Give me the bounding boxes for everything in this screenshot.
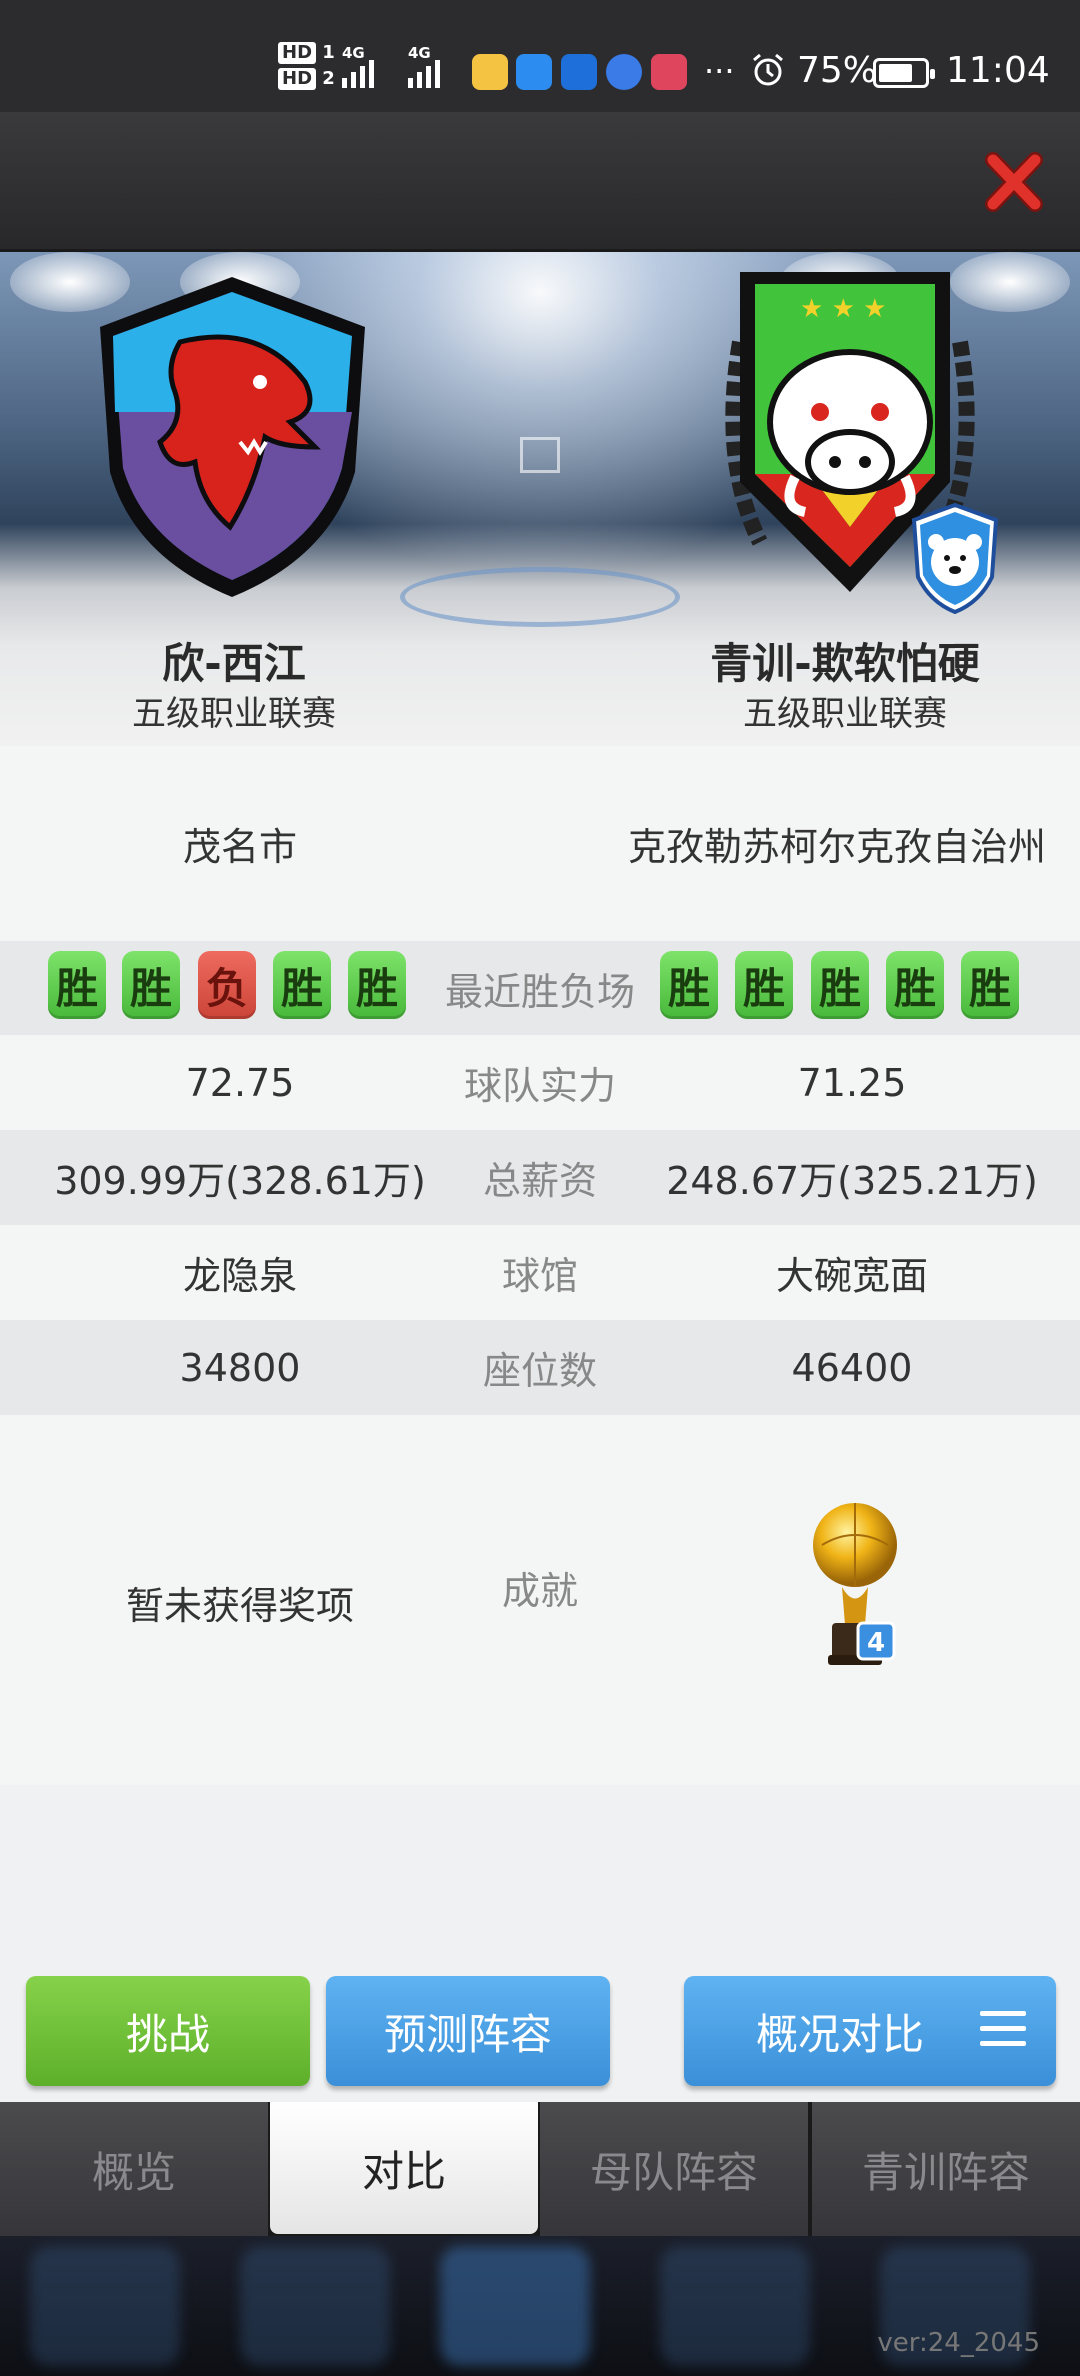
status-bar: HD 1 HD 2 4G 4G ··· 75% 11:04 bbox=[0, 0, 1080, 112]
more-notifications-icon: ··· bbox=[704, 52, 735, 90]
row-arena: 龙隐泉 球馆 大碗宽面 bbox=[0, 1225, 1080, 1320]
nav-icon bbox=[440, 2246, 590, 2366]
result-badge: 胜 bbox=[735, 951, 793, 1019]
youth-bear-badge-icon bbox=[910, 502, 1000, 615]
team-name-right: 青训-欺软怕硬 bbox=[710, 639, 980, 688]
challenge-button[interactable]: 挑战 bbox=[26, 1976, 310, 2086]
team-league-left: 五级职业联赛 bbox=[132, 694, 336, 734]
team-banner: ★ ★ ★ 欣-西江 五级职业联赛 青训-欺软怕硬 五级职业联赛 bbox=[0, 252, 1080, 746]
menu-icon bbox=[980, 2011, 1026, 2056]
nav-icon bbox=[660, 2246, 810, 2366]
result-badge: 胜 bbox=[348, 951, 406, 1019]
city-left: 茂名市 bbox=[182, 825, 297, 869]
weather-icon bbox=[516, 54, 552, 90]
tab-compare[interactable]: 对比 bbox=[270, 2102, 538, 2234]
overview-compare-label: 概况对比 bbox=[755, 2009, 924, 2059]
achievements-left: 暂未获得奖项 bbox=[125, 1584, 354, 1628]
trophy-count: 4 bbox=[867, 1628, 885, 1658]
battery-icon bbox=[873, 58, 935, 88]
city-right: 克孜勒苏柯尔克孜自治州 bbox=[627, 825, 1046, 869]
court-circle bbox=[400, 567, 680, 627]
weibo-icon bbox=[472, 54, 508, 90]
browser-icon bbox=[606, 54, 642, 90]
basketball-hoop bbox=[520, 437, 560, 473]
salary-right: 248.67万(325.21万) bbox=[666, 1159, 1038, 1203]
result-badge: 胜 bbox=[886, 951, 944, 1019]
version-label: ver:24_2045 bbox=[877, 2328, 1040, 2358]
book-app-icon bbox=[651, 54, 687, 90]
row-seats: 34800 座位数 46400 bbox=[0, 1320, 1080, 1415]
seats-left: 34800 bbox=[179, 1345, 301, 1390]
close-icon[interactable] bbox=[985, 150, 1043, 214]
strength-label: 球队实力 bbox=[463, 1064, 616, 1108]
bulb-app-icon bbox=[561, 54, 597, 90]
tab-overview[interactable]: 概览 bbox=[0, 2102, 268, 2236]
seats-label: 座位数 bbox=[482, 1349, 597, 1393]
tab-youth-roster[interactable]: 青训阵容 bbox=[812, 2102, 1080, 2236]
strength-left: 72.75 bbox=[185, 1060, 295, 1105]
nav-icon bbox=[30, 2246, 180, 2366]
arena-right: 大碗宽面 bbox=[775, 1254, 928, 1298]
result-badge: 胜 bbox=[273, 951, 331, 1019]
tab-bar: 概览 对比 母队阵容 青训阵容 bbox=[0, 2102, 1080, 2236]
tab-parent-roster[interactable]: 母队阵容 bbox=[540, 2102, 808, 2236]
recent-label: 最近胜负场 bbox=[444, 969, 635, 1014]
signal-icon: 4G bbox=[408, 44, 440, 88]
nav-icon bbox=[240, 2246, 390, 2366]
row-recent-results: 胜 胜 负 胜 胜 最近胜负场 胜 胜 胜 胜 胜 bbox=[0, 941, 1080, 1035]
result-badge: 胜 bbox=[122, 951, 180, 1019]
result-badge: 胜 bbox=[660, 951, 718, 1019]
seats-right: 46400 bbox=[791, 1345, 913, 1390]
row-salary: 309.99万(328.61万) 总薪资 248.67万(325.21万) bbox=[0, 1130, 1080, 1225]
row-strength: 72.75 球队实力 71.25 bbox=[0, 1035, 1080, 1130]
row-city: 茂名市 克孜勒苏柯尔克孜自治州 bbox=[0, 746, 1080, 941]
battery-percent: 75% bbox=[797, 50, 878, 91]
arena-label: 球馆 bbox=[501, 1254, 578, 1298]
compare-panel: 茂名市 克孜勒苏柯尔克孜自治州 胜 胜 负 胜 胜 最近胜负场 胜 胜 胜 胜 … bbox=[0, 746, 1080, 2102]
salary-label: 总薪资 bbox=[482, 1159, 597, 1203]
row-achievements: 暂未获得奖项 成就 bbox=[0, 1415, 1080, 1785]
clock: 11:04 bbox=[946, 50, 1050, 91]
sim-indicator: HD 1 HD 2 bbox=[278, 42, 335, 94]
result-badge: 胜 bbox=[961, 951, 1019, 1019]
predict-lineup-button[interactable]: 预测阵容 bbox=[326, 1976, 610, 2086]
trophy-icon[interactable]: 4 bbox=[810, 1495, 900, 1670]
strength-right: 71.25 bbox=[797, 1060, 907, 1105]
arena-left: 龙隐泉 bbox=[182, 1254, 297, 1298]
overview-compare-button[interactable]: 概况对比 bbox=[684, 1976, 1056, 2086]
result-badge: 胜 bbox=[811, 951, 869, 1019]
alarm-icon bbox=[750, 52, 786, 96]
svg-text:★ ★ ★: ★ ★ ★ bbox=[800, 294, 886, 324]
team-name-left: 欣-西江 bbox=[162, 639, 306, 688]
team-logo-left[interactable] bbox=[90, 272, 375, 602]
achievements-label: 成就 bbox=[501, 1569, 578, 1613]
team-league-right: 五级职业联赛 bbox=[743, 694, 947, 734]
signal-icon: 4G bbox=[342, 44, 374, 88]
result-badge: 负 bbox=[198, 951, 256, 1019]
top-header bbox=[0, 112, 1080, 252]
result-badge: 胜 bbox=[48, 951, 106, 1019]
salary-left: 309.99万(328.61万) bbox=[54, 1159, 426, 1203]
